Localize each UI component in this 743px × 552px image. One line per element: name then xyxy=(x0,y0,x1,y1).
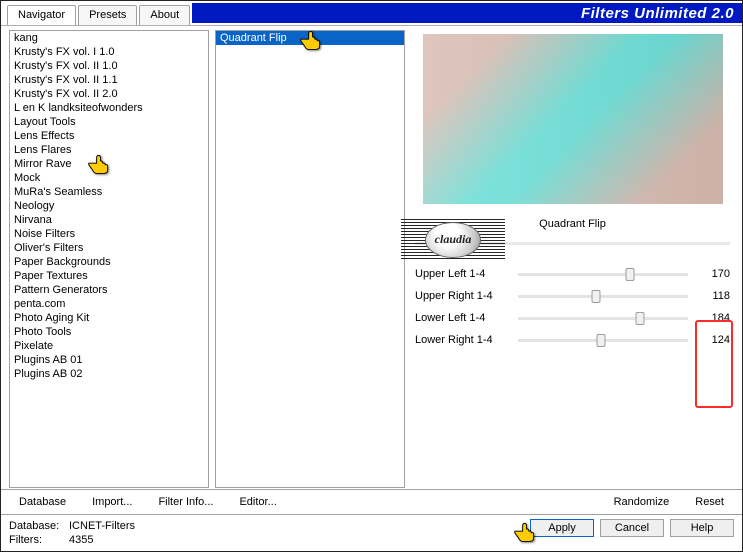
slider-group: Upper Left 1-4 170 Upper Right 1-4 118 Lower… xyxy=(415,263,730,351)
slider-label: Upper Right 1-4 xyxy=(415,290,510,302)
category-item[interactable]: Noise Filters xyxy=(10,227,208,241)
category-item[interactable]: Mock xyxy=(10,171,208,185)
category-item[interactable]: Krusty's FX vol. I 1.0 xyxy=(10,45,208,59)
import-button[interactable]: Import... xyxy=(82,494,142,510)
pointer-icon xyxy=(298,30,324,51)
category-item[interactable]: Photo Aging Kit xyxy=(10,311,208,325)
category-item[interactable]: Neology xyxy=(10,199,208,213)
tab-presets[interactable]: Presets xyxy=(78,5,137,25)
header-row: NavigatorPresetsAbout Filters Unlimited … xyxy=(1,1,742,25)
category-item[interactable]: Nirvana xyxy=(10,213,208,227)
category-item[interactable]: Krusty's FX vol. II 1.0 xyxy=(10,59,208,73)
category-item[interactable]: Pixelate xyxy=(10,339,208,353)
slider-track[interactable] xyxy=(518,295,688,298)
cancel-button[interactable]: Cancel xyxy=(600,519,664,537)
slider-label: Lower Left 1-4 xyxy=(415,312,510,324)
slider-thumb[interactable] xyxy=(592,290,601,303)
database-button[interactable]: Database xyxy=(9,494,76,510)
slider-label: Upper Left 1-4 xyxy=(415,268,510,280)
category-item[interactable]: kang xyxy=(10,31,208,45)
category-item[interactable]: Layout Tools xyxy=(10,115,208,129)
status-bar: Database:ICNET-Filters Filters:4355 Appl… xyxy=(1,515,742,551)
category-list[interactable]: kangKrusty's FX vol. I 1.0Krusty's FX vo… xyxy=(9,30,209,488)
status-actions: Apply Cancel Help xyxy=(530,519,734,537)
category-item[interactable]: Plugins AB 02 xyxy=(10,367,208,381)
slider-track[interactable] xyxy=(518,273,688,276)
category-item[interactable]: Paper Backgrounds xyxy=(10,255,208,269)
category-item[interactable]: Paper Textures xyxy=(10,269,208,283)
randomize-button[interactable]: Randomize xyxy=(604,494,680,510)
slider-track[interactable] xyxy=(518,339,688,342)
apply-button[interactable]: Apply xyxy=(530,519,594,537)
category-item[interactable]: Mirror Rave xyxy=(10,157,208,171)
slider-value: 118 xyxy=(696,290,730,302)
toolbar: Database Import... Filter Info... Editor… xyxy=(1,489,742,515)
category-item[interactable]: Krusty's FX vol. II 2.0 xyxy=(10,87,208,101)
category-item[interactable]: Oliver's Filters xyxy=(10,241,208,255)
slider-row: Lower Right 1-4 124 xyxy=(415,329,730,351)
category-item[interactable]: penta.com xyxy=(10,297,208,311)
progress-bar xyxy=(415,242,730,245)
slider-value: 124 xyxy=(696,334,730,346)
category-item[interactable]: Krusty's FX vol. II 1.1 xyxy=(10,73,208,87)
preview-column: Quadrant Flip Upper Left 1-4 170 Upper Rig… xyxy=(411,30,734,489)
slider-row: Upper Right 1-4 118 xyxy=(415,285,730,307)
filter-title: Quadrant Flip xyxy=(411,214,734,242)
filter-list[interactable]: Quadrant Flip xyxy=(215,30,405,488)
filter-info-button[interactable]: Filter Info... xyxy=(148,494,223,510)
slider-row: Upper Left 1-4 170 xyxy=(415,263,730,285)
reset-button[interactable]: Reset xyxy=(685,494,734,510)
slider-thumb[interactable] xyxy=(597,334,606,347)
slider-row: Lower Left 1-4 184 xyxy=(415,307,730,329)
preview-image xyxy=(423,34,723,204)
category-item[interactable]: MuRa's Seamless xyxy=(10,185,208,199)
status-filters-val: 4355 xyxy=(69,534,93,546)
app-window: NavigatorPresetsAbout Filters Unlimited … xyxy=(0,0,743,552)
slider-track[interactable] xyxy=(518,317,688,320)
brand-title: Filters Unlimited 2.0 xyxy=(581,6,734,21)
category-column: kangKrusty's FX vol. I 1.0Krusty's FX vo… xyxy=(9,30,209,489)
tab-about[interactable]: About xyxy=(139,5,190,25)
category-item[interactable]: Plugins AB 01 xyxy=(10,353,208,367)
status-info: Database:ICNET-Filters Filters:4355 xyxy=(9,519,135,547)
slider-value: 170 xyxy=(696,268,730,280)
editor-button[interactable]: Editor... xyxy=(229,494,286,510)
status-db-val: ICNET-Filters xyxy=(69,520,135,532)
category-item[interactable]: Lens Flares xyxy=(10,143,208,157)
slider-value: 184 xyxy=(696,312,730,324)
filter-column: Quadrant Flip xyxy=(215,30,405,489)
filter-item[interactable]: Quadrant Flip xyxy=(216,31,404,45)
category-item[interactable]: Photo Tools xyxy=(10,325,208,339)
status-db-key: Database: xyxy=(9,519,69,533)
slider-label: Lower Right 1-4 xyxy=(415,334,510,346)
slider-thumb[interactable] xyxy=(636,312,645,325)
tab-navigator[interactable]: Navigator xyxy=(7,5,76,25)
category-item[interactable]: L en K landksiteofwonders xyxy=(10,101,208,115)
brand-bar: Filters Unlimited 2.0 xyxy=(192,3,742,23)
help-button[interactable]: Help xyxy=(670,519,734,537)
category-item[interactable]: Lens Effects xyxy=(10,129,208,143)
tabs: NavigatorPresetsAbout xyxy=(1,1,192,25)
slider-thumb[interactable] xyxy=(626,268,635,281)
status-filters-key: Filters: xyxy=(9,533,69,547)
main-area: kangKrusty's FX vol. I 1.0Krusty's FX vo… xyxy=(1,26,742,489)
category-item[interactable]: Pattern Generators xyxy=(10,283,208,297)
